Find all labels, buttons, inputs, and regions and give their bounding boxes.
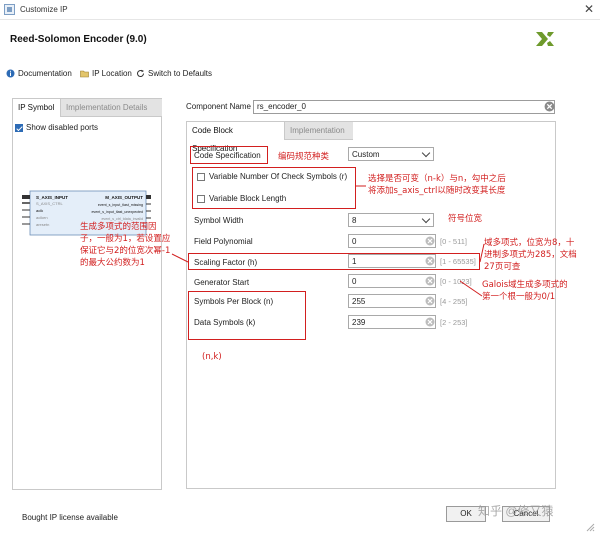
license-status: Bought IP license available (22, 513, 118, 522)
connector-scaling (171, 253, 189, 263)
watermark: 知乎 @修又猿 (478, 504, 554, 518)
annotation-connectors (171, 185, 485, 297)
connector-field-poly (479, 243, 485, 263)
connector-galois (459, 280, 483, 297)
resize-grip-icon[interactable] (585, 522, 595, 532)
